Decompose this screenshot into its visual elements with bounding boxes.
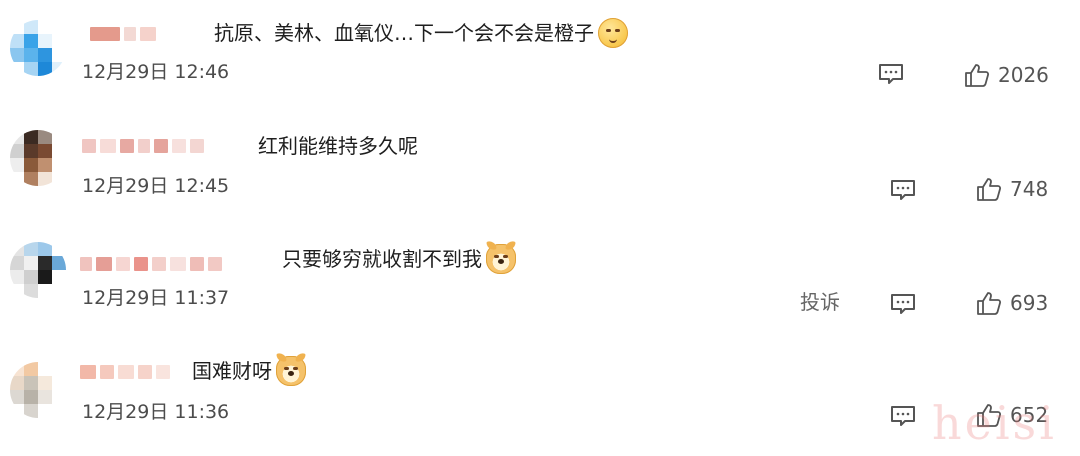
username-blurred[interactable] [80,254,222,274]
thumbs-up-icon [965,64,990,87]
like-button[interactable]: 2026 [964,61,1049,89]
username-blurred[interactable] [90,24,156,44]
like-count: 2026 [998,63,1049,87]
shushing-face-emoji [598,18,628,48]
reply-button[interactable] [890,404,916,428]
avatar[interactable] [10,242,66,298]
comment-timestamp: 12月29日 11:37 [82,287,230,309]
like-button[interactable]: 748 [976,175,1048,203]
comment-text: 国难财呀 [192,356,306,386]
username-blurred[interactable] [82,136,204,156]
report-button[interactable]: 投诉 [800,288,840,316]
avatar[interactable] [10,20,66,76]
reply-button[interactable] [878,62,904,86]
doge-emoji [486,244,516,274]
like-count: 748 [1010,177,1049,201]
comment-timestamp: 12月29日 11:36 [82,401,230,423]
like-button[interactable]: 693 [976,289,1048,317]
comment-item: 抗原、美林、血氧仪…下一个会不会是橙子 12月29日 12:46 2026 [0,0,1080,114]
thumbs-up-icon [977,404,1002,427]
thumbs-up-icon [977,178,1002,201]
like-button[interactable]: 652 [976,401,1048,429]
comment-bubble-icon [879,64,903,84]
username-blurred[interactable] [80,362,170,382]
doge-emoji [276,356,306,386]
comment-timestamp: 12月29日 12:46 [82,61,230,83]
reply-button[interactable] [890,292,916,316]
reply-button[interactable] [890,178,916,202]
comment-item: 只要够穷就收割不到我 12月29日 11:37 投诉 693 [0,228,1080,342]
comment-bubble-icon [891,180,915,200]
comment-item: 红利能维持多久呢 12月29日 12:45 748 [0,114,1080,228]
like-count: 652 [1010,403,1049,427]
comment-timestamp: 12月29日 12:45 [82,175,230,197]
comment-text: 抗原、美林、血氧仪…下一个会不会是橙子 [214,18,628,48]
comment-bubble-icon [891,406,915,426]
avatar[interactable] [10,362,66,418]
comment-text: 红利能维持多久呢 [258,134,418,158]
comment-bubble-icon [891,294,915,314]
like-count: 693 [1010,291,1049,315]
thumbs-up-icon [977,292,1002,315]
avatar[interactable] [10,130,66,186]
comment-item: 国难财呀 12月29日 11:36 652 [0,342,1080,456]
comment-text: 只要够穷就收割不到我 [282,244,516,274]
